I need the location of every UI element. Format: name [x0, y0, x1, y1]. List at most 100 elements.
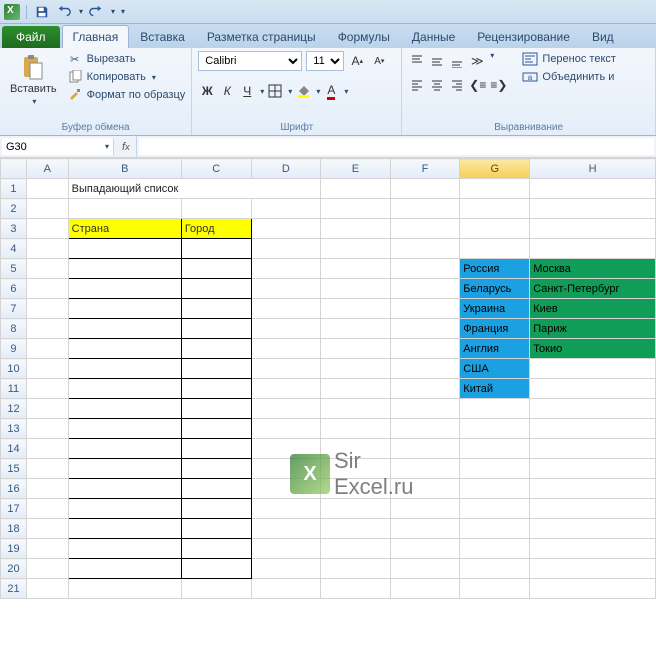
cell-A14[interactable]: [26, 439, 68, 459]
cell-E18[interactable]: [321, 519, 391, 539]
cell-H18[interactable]: [530, 519, 656, 539]
cell-B5[interactable]: [68, 259, 181, 279]
cell-A12[interactable]: [26, 399, 68, 419]
decrease-indent-button[interactable]: ❮≡: [468, 75, 487, 95]
grow-font-button[interactable]: A▴: [348, 51, 366, 71]
save-button[interactable]: [33, 3, 51, 21]
cell-H4[interactable]: [530, 239, 656, 259]
row-header-7[interactable]: 7: [1, 299, 27, 319]
cell-A7[interactable]: [26, 299, 68, 319]
undo-button[interactable]: [55, 3, 73, 21]
cell-C4[interactable]: [181, 239, 251, 259]
cell-G11[interactable]: Китай: [460, 379, 530, 399]
cell-G6[interactable]: Беларусь: [460, 279, 530, 299]
row-header-15[interactable]: 15: [1, 459, 27, 479]
cell-G13[interactable]: [460, 419, 530, 439]
cell-C11[interactable]: [181, 379, 251, 399]
cell-G4[interactable]: [460, 239, 530, 259]
cell-B4[interactable]: [68, 239, 181, 259]
cell-A11[interactable]: [26, 379, 68, 399]
cell-A21[interactable]: [26, 579, 68, 599]
cell-A10[interactable]: [26, 359, 68, 379]
cell-F2[interactable]: [390, 199, 460, 219]
cell-B10[interactable]: [68, 359, 181, 379]
cell-B7[interactable]: [68, 299, 181, 319]
cell-A1[interactable]: [26, 179, 68, 199]
merge-center-button[interactable]: a Объединить и: [522, 69, 616, 85]
cell-E16[interactable]: [321, 479, 391, 499]
cell-H20[interactable]: [530, 559, 656, 579]
cell-B18[interactable]: [68, 519, 181, 539]
formula-input[interactable]: [139, 138, 654, 155]
cell-B13[interactable]: [68, 419, 181, 439]
row-header-3[interactable]: 3: [1, 219, 27, 239]
cell-F21[interactable]: [390, 579, 460, 599]
cell-G15[interactable]: [460, 459, 530, 479]
row-header-1[interactable]: 1: [1, 179, 27, 199]
cell-D19[interactable]: [251, 539, 321, 559]
cell-E3[interactable]: [321, 219, 391, 239]
align-top-button[interactable]: [408, 51, 426, 71]
cell-A20[interactable]: [26, 559, 68, 579]
cell-F20[interactable]: [390, 559, 460, 579]
row-header-18[interactable]: 18: [1, 519, 27, 539]
tab-data[interactable]: Данные: [401, 25, 466, 48]
underline-button[interactable]: Ч: [238, 81, 256, 101]
cell-G14[interactable]: [460, 439, 530, 459]
cell-E13[interactable]: [321, 419, 391, 439]
tab-page-layout[interactable]: Разметка страницы: [196, 25, 327, 48]
paste-button[interactable]: Вставить ▾: [6, 51, 61, 108]
cell-E1[interactable]: [321, 179, 391, 199]
name-box-input[interactable]: [6, 141, 76, 153]
cell-F3[interactable]: [390, 219, 460, 239]
cell-H6[interactable]: Санкт-Петербург: [530, 279, 656, 299]
cell-H1[interactable]: [530, 179, 656, 199]
cell-B1[interactable]: Выпадающий список: [68, 179, 181, 199]
row-header-13[interactable]: 13: [1, 419, 27, 439]
cell-G9[interactable]: Англия: [460, 339, 530, 359]
cell-E12[interactable]: [321, 399, 391, 419]
cell-B14[interactable]: [68, 439, 181, 459]
tab-insert[interactable]: Вставка: [129, 25, 196, 48]
cell-B21[interactable]: [68, 579, 181, 599]
cell-B16[interactable]: [68, 479, 181, 499]
cell-A19[interactable]: [26, 539, 68, 559]
cell-D2[interactable]: [251, 199, 321, 219]
align-bottom-button[interactable]: [448, 51, 466, 71]
cell-G12[interactable]: [460, 399, 530, 419]
cell-A8[interactable]: [26, 319, 68, 339]
cell-A2[interactable]: [26, 199, 68, 219]
cell-E20[interactable]: [321, 559, 391, 579]
cell-H15[interactable]: [530, 459, 656, 479]
align-center-button[interactable]: [428, 75, 446, 95]
tab-file[interactable]: Файл: [2, 26, 60, 48]
row-header-11[interactable]: 11: [1, 379, 27, 399]
cell-H12[interactable]: [530, 399, 656, 419]
cell-G8[interactable]: Франция: [460, 319, 530, 339]
cell-C10[interactable]: [181, 359, 251, 379]
align-left-button[interactable]: [408, 75, 426, 95]
cell-C14[interactable]: [181, 439, 251, 459]
borders-button[interactable]: [266, 81, 284, 101]
cell-D21[interactable]: [251, 579, 321, 599]
cell-A18[interactable]: [26, 519, 68, 539]
cell-D7[interactable]: [251, 299, 321, 319]
tab-view[interactable]: Вид: [581, 25, 625, 48]
font-size-select[interactable]: 11: [306, 51, 344, 71]
row-header-21[interactable]: 21: [1, 579, 27, 599]
cell-C18[interactable]: [181, 519, 251, 539]
cell-A3[interactable]: [26, 219, 68, 239]
cell-F19[interactable]: [390, 539, 460, 559]
cell-G3[interactable]: [460, 219, 530, 239]
cell-B19[interactable]: [68, 539, 181, 559]
redo-button[interactable]: [87, 3, 105, 21]
cell-F12[interactable]: [390, 399, 460, 419]
cell-F8[interactable]: [390, 319, 460, 339]
cell-C13[interactable]: [181, 419, 251, 439]
cell-F14[interactable]: [390, 439, 460, 459]
cell-H14[interactable]: [530, 439, 656, 459]
cell-G16[interactable]: [460, 479, 530, 499]
cell-D18[interactable]: [251, 519, 321, 539]
cell-A13[interactable]: [26, 419, 68, 439]
align-right-button[interactable]: [448, 75, 466, 95]
